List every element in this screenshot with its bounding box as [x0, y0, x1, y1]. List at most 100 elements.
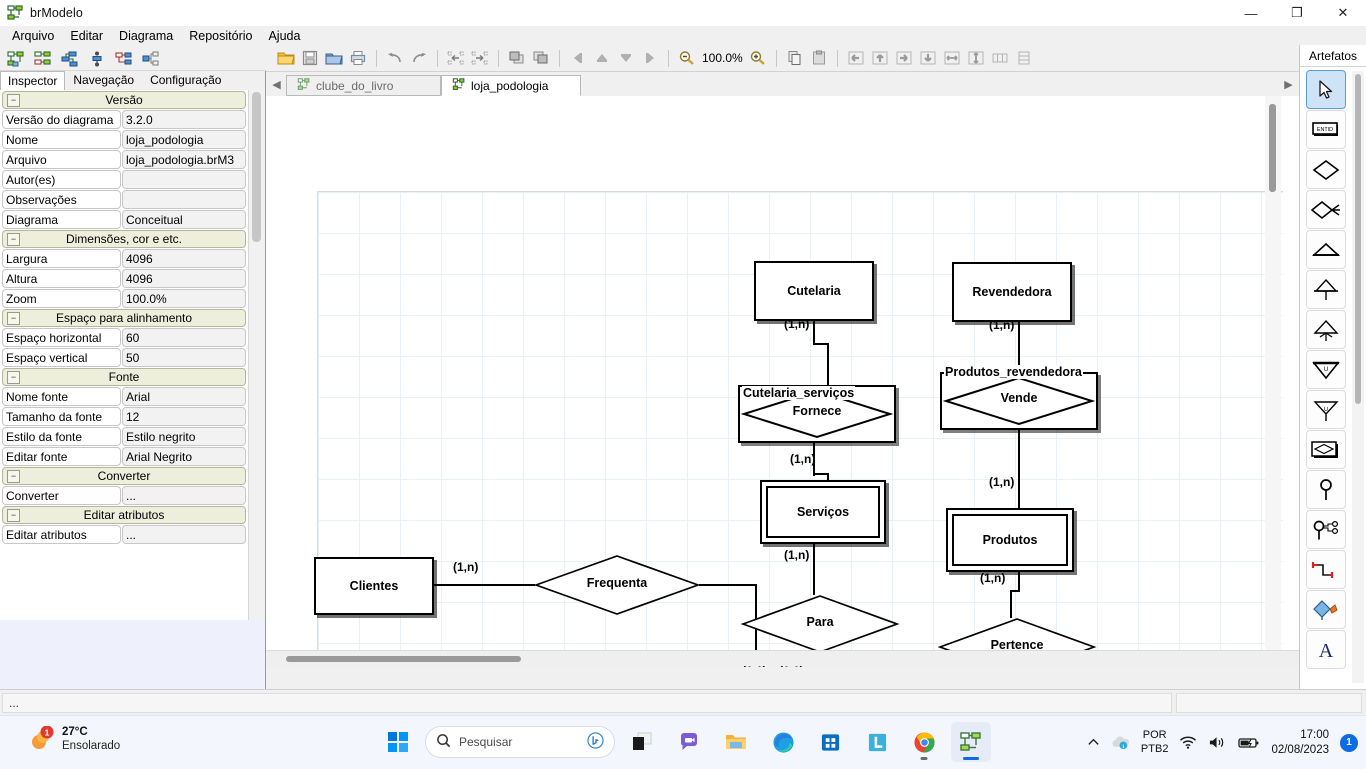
search-input[interactable]: Pesquisar: [425, 726, 615, 758]
property-row[interactable]: Largura 4096: [2, 249, 246, 268]
specialization-total-tool[interactable]: [1306, 270, 1346, 309]
notification-badge[interactable]: 1: [1340, 733, 1358, 752]
property-value[interactable]: Arial: [122, 387, 246, 406]
redo-icon[interactable]: [407, 46, 431, 70]
close-button[interactable]: ✕: [1320, 0, 1366, 26]
associative-entity-cutelaria-servicos[interactable]: Cutelaria_serviços Fornece: [738, 385, 896, 443]
align-v-bottom-icon[interactable]: [916, 46, 940, 70]
collapse-icon[interactable]: −: [7, 94, 20, 107]
copy-icon[interactable]: [783, 46, 807, 70]
entity-servicos[interactable]: Serviços: [760, 480, 886, 544]
open-folder-icon[interactable]: [274, 46, 298, 70]
collapse-icon[interactable]: −: [7, 233, 20, 246]
canvas-vertical-thumb[interactable]: [1269, 104, 1276, 192]
center-v-icon[interactable]: [964, 46, 988, 70]
edge-icon[interactable]: [763, 722, 803, 762]
property-value[interactable]: 60: [122, 328, 246, 347]
entity-revendedora[interactable]: Revendedora: [952, 262, 1072, 322]
move-down-icon[interactable]: [614, 46, 638, 70]
inspector-scrollbar[interactable]: [248, 90, 265, 620]
property-value[interactable]: [122, 170, 246, 189]
property-row[interactable]: Editar fonte Arial Negrito: [2, 447, 246, 466]
menu-editar[interactable]: Editar: [62, 27, 111, 45]
property-row[interactable]: Estilo da fonte Estilo negrito: [2, 427, 246, 446]
group-header-versao[interactable]: − Versão: [2, 91, 246, 109]
brmodelo-icon[interactable]: [951, 722, 991, 762]
chrome-icon[interactable]: [904, 722, 944, 762]
collapse-icon[interactable]: −: [7, 470, 20, 483]
collapse-icon[interactable]: −: [7, 509, 20, 522]
battery-icon[interactable]: [1238, 736, 1260, 750]
new-physical-icon[interactable]: [58, 47, 82, 71]
move-left-icon[interactable]: [566, 46, 590, 70]
teams-chat-icon[interactable]: [669, 722, 709, 762]
group-header-espaco[interactable]: − Espaço para alinhamento: [2, 309, 246, 327]
zoom-out-icon[interactable]: [675, 46, 699, 70]
minimize-button[interactable]: —: [1228, 0, 1274, 26]
dictionary-icon[interactable]: [85, 47, 109, 71]
property-row[interactable]: Espaço vertical 50: [2, 348, 246, 367]
property-row[interactable]: Editar atributos ...: [2, 525, 246, 544]
entity-tool[interactable]: ENTID: [1306, 110, 1346, 149]
convert-icon[interactable]: [112, 47, 136, 71]
entity-cutelaria[interactable]: Cutelaria: [754, 261, 874, 321]
inspector-scroll-thumb[interactable]: [252, 92, 261, 242]
move-right-icon[interactable]: [638, 46, 662, 70]
union-partial-tool[interactable]: U: [1306, 390, 1346, 429]
canvas-horizontal-thumb[interactable]: [286, 656, 521, 662]
file-explorer-icon[interactable]: [716, 722, 756, 762]
align-h-right-icon[interactable]: [892, 46, 916, 70]
cloud-icon[interactable]: i: [1111, 735, 1130, 751]
group-header-editar-atributos[interactable]: − Editar atributos: [2, 506, 246, 524]
generalization-tool[interactable]: [1306, 230, 1346, 269]
property-row[interactable]: Converter ...: [2, 486, 246, 505]
new-logical-icon[interactable]: [31, 47, 55, 71]
zoom-in-icon[interactable]: [746, 46, 770, 70]
property-value[interactable]: loja_podologia.brM3: [122, 150, 246, 169]
diagram-paper[interactable]: Cutelaria Revendedora Serviços Produtos …: [314, 191, 1283, 667]
property-value[interactable]: 12: [122, 407, 246, 426]
bing-chat-icon[interactable]: [587, 732, 604, 752]
undo-icon[interactable]: [383, 46, 407, 70]
menu-arquivo[interactable]: Arquivo: [4, 27, 62, 45]
lightshot-icon[interactable]: [857, 722, 897, 762]
property-value[interactable]: 3.2.0: [122, 110, 246, 129]
composite-attribute-tool[interactable]: [1306, 510, 1346, 549]
connector-tool[interactable]: [1306, 550, 1346, 589]
align-left-icon[interactable]: [444, 46, 468, 70]
property-value[interactable]: 50: [122, 348, 246, 367]
menu-ajuda[interactable]: Ajuda: [260, 27, 308, 45]
tab-navegacao[interactable]: Navegação: [65, 71, 142, 90]
menu-repositorio[interactable]: Repositório: [181, 27, 260, 45]
property-value[interactable]: [122, 190, 246, 209]
microsoft-store-icon[interactable]: [810, 722, 850, 762]
volume-icon[interactable]: [1208, 735, 1227, 750]
property-row[interactable]: Nome fonte Arial: [2, 387, 246, 406]
clock[interactable]: 17:00 02/08/2023: [1271, 728, 1329, 757]
tab-loja-podologia[interactable]: loja_podologia: [441, 75, 581, 96]
property-value[interactable]: Arial Negrito: [122, 447, 246, 466]
move-up-icon[interactable]: [590, 46, 614, 70]
print-icon[interactable]: [346, 46, 370, 70]
property-row[interactable]: Observações: [2, 190, 246, 209]
property-row[interactable]: Diagrama Conceitual: [2, 210, 246, 229]
paste-icon[interactable]: [807, 46, 831, 70]
palette-scrollbar[interactable]: [1352, 71, 1364, 683]
property-row[interactable]: Nome loja_podologia: [2, 130, 246, 149]
align-right-icon[interactable]: [468, 46, 492, 70]
new-model-icon[interactable]: [4, 47, 28, 71]
property-row[interactable]: Arquivo loja_podologia.brM3: [2, 150, 246, 169]
property-row[interactable]: Autor(es): [2, 170, 246, 189]
show-hidden-icons-chevron[interactable]: [1087, 736, 1100, 749]
property-value[interactable]: 4096: [122, 249, 246, 268]
distribute-v-icon[interactable]: [1012, 46, 1036, 70]
tab-scroll-left[interactable]: ◀: [270, 75, 283, 93]
distribute-h-icon[interactable]: [988, 46, 1012, 70]
save-icon[interactable]: [298, 46, 322, 70]
entity-clientes[interactable]: Clientes: [314, 557, 434, 615]
relationship-tool[interactable]: [1306, 150, 1346, 189]
weather-widget[interactable]: 1 27°C Ensolarado: [28, 725, 120, 753]
property-row[interactable]: Versão do diagrama 3.2.0: [2, 110, 246, 129]
property-value[interactable]: loja_podologia: [122, 130, 246, 149]
tab-scroll-right[interactable]: ▶: [1282, 75, 1295, 93]
